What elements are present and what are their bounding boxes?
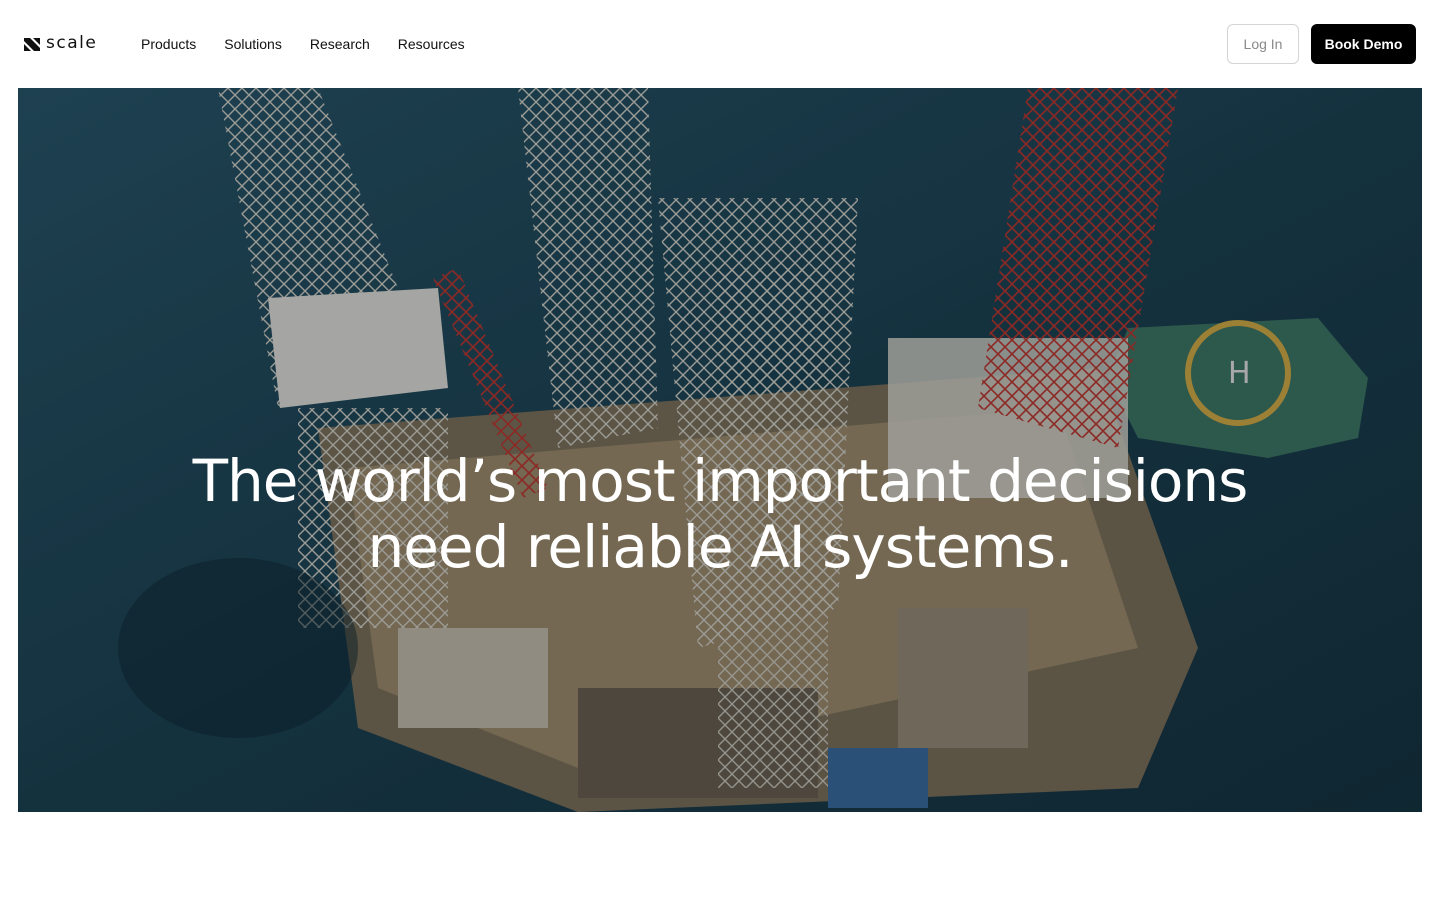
scale-logo[interactable]: scale <box>24 32 97 54</box>
nav-item-products[interactable]: Products <box>141 35 196 53</box>
hero-section: H The world’s most important decisions n… <box>18 88 1422 812</box>
book-demo-button[interactable]: Book Demo <box>1311 24 1416 64</box>
hero-headline-line-1: The world’s most important decisions <box>192 447 1249 515</box>
hero-headline-line-2: need reliable AI systems. <box>367 513 1073 581</box>
nav-item-resources[interactable]: Resources <box>398 35 465 53</box>
logo-wordmark: scale <box>46 32 98 53</box>
scale-logo-mark-icon <box>24 38 40 51</box>
login-button[interactable]: Log In <box>1227 24 1299 64</box>
hero-headline: The world’s most important decisions nee… <box>18 448 1422 580</box>
main-nav: Products Solutions Research Resources <box>141 35 493 53</box>
nav-item-solutions[interactable]: Solutions <box>224 35 282 53</box>
top-navigation-bar: scale Products Solutions Research Resour… <box>0 0 1440 88</box>
nav-item-research[interactable]: Research <box>310 35 370 53</box>
